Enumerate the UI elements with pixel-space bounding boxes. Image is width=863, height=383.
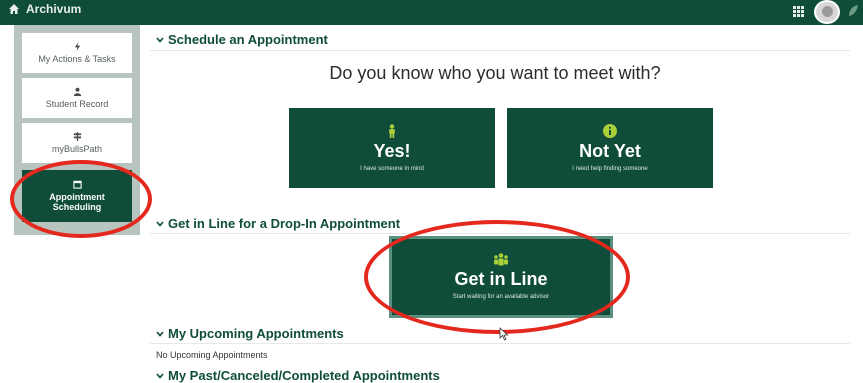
sidebar-item-label: My Actions & Tasks (38, 54, 116, 64)
sidebar-item-label: myBullsPath (51, 144, 103, 154)
bolt-icon (74, 42, 80, 51)
chevron-down-icon (156, 372, 164, 379)
section-dropin-heading: Get in Line for a Drop-In Appointment (168, 216, 401, 231)
top-bar: Archivum (0, 0, 863, 25)
yes-button-title: Yes! (373, 141, 411, 161)
group-icon (494, 253, 508, 266)
divider (150, 343, 850, 344)
home-icon (9, 4, 19, 14)
mouse-cursor-icon (499, 327, 509, 341)
sidebar-item-label-line1: Appointment (49, 192, 105, 202)
get-in-line-title: Get in Line (454, 269, 548, 289)
section-schedule-toggle[interactable]: Schedule an Appointment (156, 32, 328, 47)
apps-grid-icon[interactable] (793, 6, 804, 17)
meet-question: Do you know who you want to meet with? (329, 63, 661, 83)
not-yet-button[interactable]: Not Yet I need help finding someone (507, 108, 713, 188)
sidebar-item-appointment-scheduling[interactable]: Appointment Scheduling (22, 170, 132, 222)
get-in-line-button[interactable]: Get in Line Start waiting for an availab… (389, 236, 613, 318)
get-in-line-subtitle: Start waiting for an available advisor (452, 294, 550, 300)
sidebar-item-actions-tasks[interactable]: My Actions & Tasks (22, 33, 132, 73)
section-upcoming-toggle[interactable]: My Upcoming Appointments (156, 326, 344, 341)
section-dropin-toggle[interactable]: Get in Line for a Drop-In Appointment (156, 216, 400, 231)
person-icon (389, 124, 395, 138)
user-avatar[interactable] (814, 0, 840, 24)
not-yet-button-subtitle: I need help finding someone (572, 166, 648, 172)
sidebar-item-student-record[interactable]: Student Record (22, 78, 132, 118)
app-brand[interactable]: Archivum (8, 2, 81, 16)
divider (150, 233, 850, 234)
info-icon (603, 124, 617, 138)
calendar-icon (72, 180, 82, 189)
leaf-icon (849, 5, 858, 16)
chevron-down-icon (156, 330, 164, 337)
section-upcoming-heading: My Upcoming Appointments (168, 326, 344, 341)
yes-button[interactable]: Yes! I have someone in mind (289, 108, 495, 188)
chevron-down-icon (156, 36, 164, 43)
chevron-down-icon (156, 220, 164, 227)
app-title: Archivum (26, 2, 82, 16)
divider (150, 50, 850, 51)
sidebar: My Actions & Tasks Student Record myBull… (14, 25, 140, 235)
sidebar-item-mybullspath[interactable]: myBullsPath (22, 123, 132, 163)
sidebar-item-label: Student Record (45, 99, 109, 109)
sidebar-item-label-line2: Scheduling (52, 202, 102, 212)
person-icon (73, 87, 81, 96)
signpost-icon (73, 132, 81, 141)
section-past-toggle[interactable]: My Past/Canceled/Completed Appointments (156, 368, 440, 383)
not-yet-button-title: Not Yet (579, 141, 641, 161)
yes-button-subtitle: I have someone in mind (360, 166, 424, 172)
no-upcoming-text: No Upcoming Appointments (156, 350, 268, 360)
section-past-heading: My Past/Canceled/Completed Appointments (168, 368, 440, 383)
section-schedule-heading: Schedule an Appointment (168, 32, 328, 47)
